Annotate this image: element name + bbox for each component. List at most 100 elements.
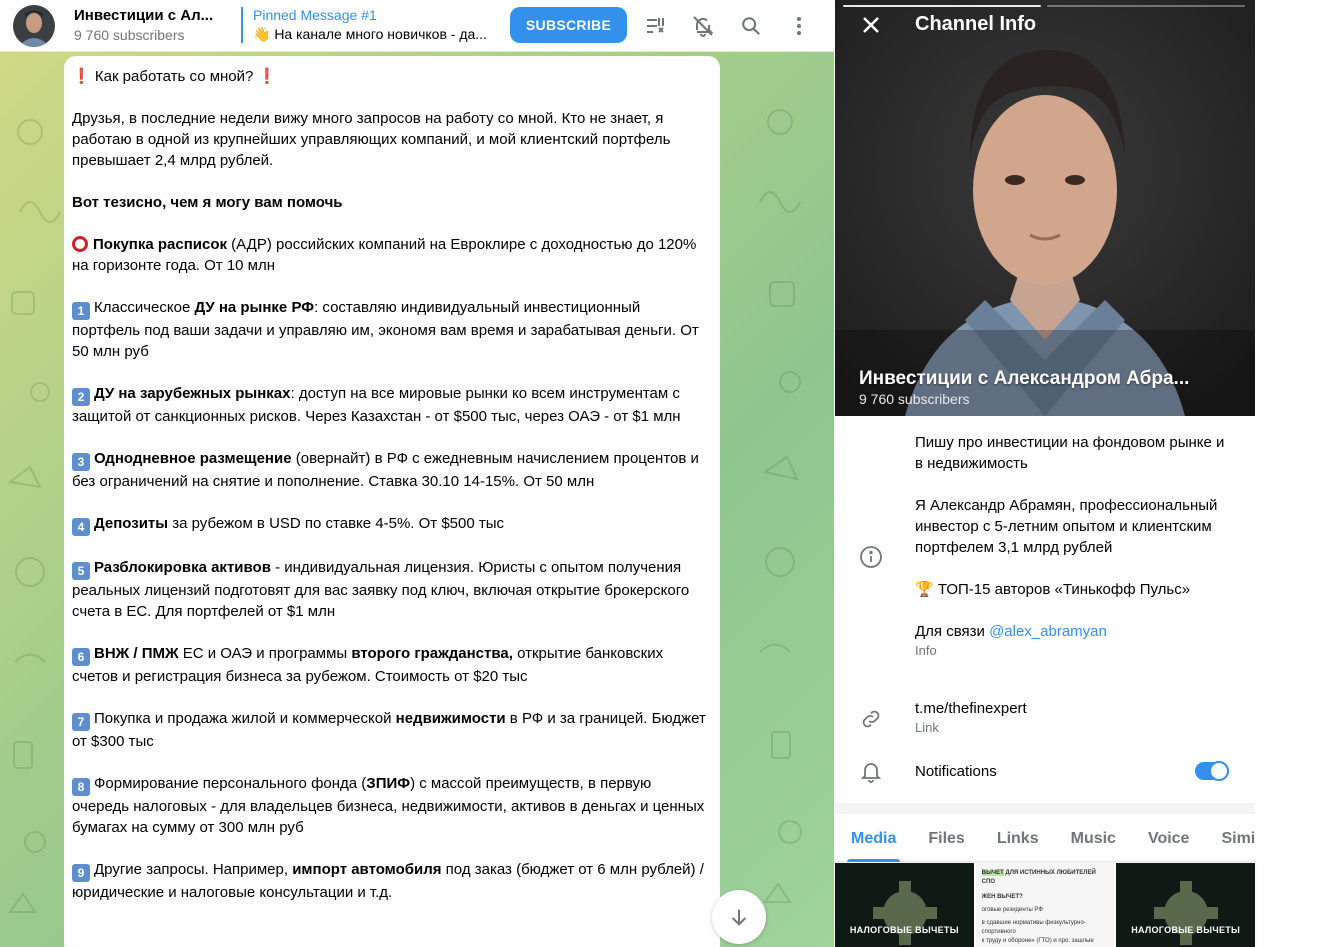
tile-line-text: ЖЕН ВЫЧЕТ? (981, 894, 1023, 900)
item-text: Формирование персонального фонда ( (94, 775, 367, 792)
channel-info-panel: Channel Info Инвестиции с Александром Аб… (835, 0, 1255, 947)
tile-line: ЖЕН ВЫЧЕТ? (982, 893, 1109, 902)
arrow-down-icon (731, 909, 747, 926)
mute-icon[interactable] (688, 11, 718, 41)
info-icon (857, 543, 885, 571)
item-text: Классическое (94, 299, 195, 316)
item-text: ЕС и ОАЭ и программы (178, 645, 352, 662)
list-item-2: 2 ДУ на зарубежных рынках: доступ на все … (72, 383, 712, 427)
red-circle-icon (72, 236, 88, 252)
item-bold: Покупка расписок (93, 236, 228, 253)
media-tile[interactable]: НАЛОГОВЫЕ ВЫЧЕТЫ (835, 863, 974, 947)
number-6-icon: 6 (72, 648, 90, 666)
subheading-text: Вот тезисно, чем я могу вам помочь (72, 194, 343, 211)
tab-voice[interactable]: Voice (1148, 814, 1190, 862)
contact-link[interactable]: @alex_abramyan (989, 623, 1107, 640)
notifications-toggle[interactable] (1195, 761, 1229, 781)
chat-header[interactable]: Инвестиции с Ал... 9 760 subscribers Pin… (0, 0, 834, 52)
tab-similar[interactable]: Simila (1221, 814, 1255, 862)
tile-text: ВЫЧЕТ ДЛЯ ИСТИННЫХ ЛЮБИТЕЛЕЙ СПО ЖЕН ВЫЧ… (981, 869, 1109, 947)
tile-line: оговые резиденты РФ (981, 907, 1043, 913)
item-text: Другие запросы. Например, (94, 861, 293, 878)
toggle-knob (1209, 761, 1229, 781)
channel-link: t.me/thefinexpert (915, 700, 1027, 717)
pinned-text: 👋 На канале много новичков - да... (253, 26, 487, 42)
number-8-icon: 8 (72, 778, 90, 796)
tile-line: к труду и обороне» (ГТО) и про. зашлые д… (981, 938, 1094, 944)
subscribe-button[interactable]: SUBSCRIBE (510, 7, 627, 43)
list-item-4: 4 Депозиты за рубежом в USD по ставке 4-5… (72, 513, 712, 536)
tile-highlight: ВЫЧЕТ (981, 870, 1004, 876)
avatar-portrait-icon (13, 5, 55, 47)
search-icon[interactable] (736, 11, 766, 41)
chat-subscribers: 9 760 subscribers (74, 27, 185, 43)
item-bold: второго гражданства, (351, 645, 513, 662)
message-intro: Друзья, в последние недели вижу много за… (72, 110, 671, 169)
notifications-label: Notifications (915, 763, 997, 780)
chat-background: ❗ Как работать со мной? ❗ Друзья, в посл… (0, 52, 834, 947)
description-line: Пишу про инвестиции на фондовом рынке и … (915, 434, 1225, 472)
list-item-0: Покупка расписок (АДР) российских компан… (72, 234, 712, 276)
bell-icon (857, 757, 885, 785)
pinned-message[interactable]: Pinned Message #1 👋 На канале много нови… (241, 7, 491, 43)
tile-line: в сдавшие нормативы физкультурно-спортив… (981, 920, 1086, 935)
channel-link-row[interactable]: t.me/thefinexpert Link (915, 698, 1235, 737)
channel-settings-icon[interactable] (640, 11, 670, 41)
media-grid: НАЛОГОВЫЕ ВЫЧЕТЫ ВЫЧЕТ ДЛЯ ИСТИННЫХ ЛЮБИ… (835, 863, 1255, 947)
exclamation-icon: ❗ (257, 68, 277, 85)
description-line: Я Александр Абрамян, профессиональный ин… (915, 497, 1218, 556)
scroll-down-button[interactable] (712, 890, 766, 944)
item-bold: ДУ на зарубежных рынках (94, 385, 291, 402)
channel-details: Пишу про инвестиции на фондовом рынке и … (835, 416, 1255, 803)
tab-files[interactable]: Files (928, 814, 964, 862)
profile-photo-portrait (835, 0, 1255, 416)
channel-name: Инвестиции с Александром Абра... (859, 368, 1190, 389)
photo-progress-bar (843, 5, 1041, 7)
list-item-7: 7 Покупка и продажа жилой и коммерческой … (72, 708, 712, 752)
item-bold: ЗПИФ (366, 775, 411, 792)
item-bold: Однодневное размещение (94, 450, 292, 467)
list-item-5: 5 Разблокировка активов - индивидуальная … (72, 557, 712, 622)
media-tile[interactable]: ВЫЧЕТ ДЛЯ ИСТИННЫХ ЛЮБИТЕЛЕЙ СПО ЖЕН ВЫЧ… (975, 863, 1115, 947)
window-margin (1255, 0, 1317, 947)
more-icon[interactable] (784, 11, 814, 41)
heading-text: Как работать со мной? (94, 68, 254, 85)
number-5-icon: 5 (72, 562, 90, 580)
telegram-web-app: ❗ Как работать со мной? ❗ Друзья, в посл… (0, 0, 1317, 947)
item-bold: ВНЖ / ПМЖ (94, 645, 179, 662)
item-text: за рубежом в USD по ставке 4-5%. От $500… (168, 515, 505, 532)
item-text: Покупка и продажа жилой и коммерческой (94, 710, 396, 727)
avatar[interactable] (13, 5, 55, 47)
chat-title-block[interactable]: Инвестиции с Ал... 9 760 subscribers (74, 7, 234, 44)
list-item-9: 9 Другие запросы. Например, импорт автомо… (72, 859, 712, 903)
panel-title: Channel Info (915, 13, 1037, 35)
link-icon (857, 705, 885, 733)
number-7-icon: 7 (72, 713, 90, 731)
contact-line: Для связи @alex_abramyan (915, 621, 1235, 642)
item-bold: Разблокировка активов (94, 559, 271, 576)
tab-music[interactable]: Music (1071, 814, 1116, 862)
photo-progress-bar (1047, 5, 1245, 7)
channel-description[interactable]: Пишу про инвестиции на фондовом рынке и … (915, 432, 1235, 660)
number-1-icon: 1 (72, 302, 90, 320)
channel-photo[interactable]: Channel Info Инвестиции с Александром Аб… (835, 0, 1255, 416)
tab-media[interactable]: Media (846, 814, 901, 862)
close-button[interactable] (857, 11, 885, 39)
message-bubble[interactable]: ❗ Как работать со мной? ❗ Друзья, в посл… (64, 56, 720, 947)
number-4-icon: 4 (72, 518, 90, 536)
number-3-icon: 3 (72, 453, 90, 471)
list-item-6: 6 ВНЖ / ПМЖ ЕС и ОАЭ и программы второго … (72, 643, 712, 687)
number-2-icon: 2 (72, 388, 90, 406)
tile-line: ВЫЧЕТ ДЛЯ ИСТИННЫХ ЛЮБИТЕЛЕЙ СПО (981, 869, 1109, 887)
message-heading: ❗ Как работать со мной? ❗ (72, 66, 712, 87)
item-bold: недвижимости (395, 710, 506, 727)
item-bold: ДУ на рынке РФ (194, 299, 315, 316)
link-label: Link (915, 720, 939, 735)
contact-label: Для связи (915, 623, 990, 640)
exclamation-icon: ❗ (72, 68, 91, 85)
tab-links[interactable]: Links (997, 814, 1039, 862)
media-tile[interactable]: НАЛОГОВЫЕ ВЫЧЕТЫ (1116, 863, 1255, 947)
number-9-icon: 9 (72, 864, 90, 882)
chat-title: Инвестиции с Ал... (74, 7, 214, 24)
media-tabs: Media Files Links Music Voice Simila (835, 814, 1255, 862)
